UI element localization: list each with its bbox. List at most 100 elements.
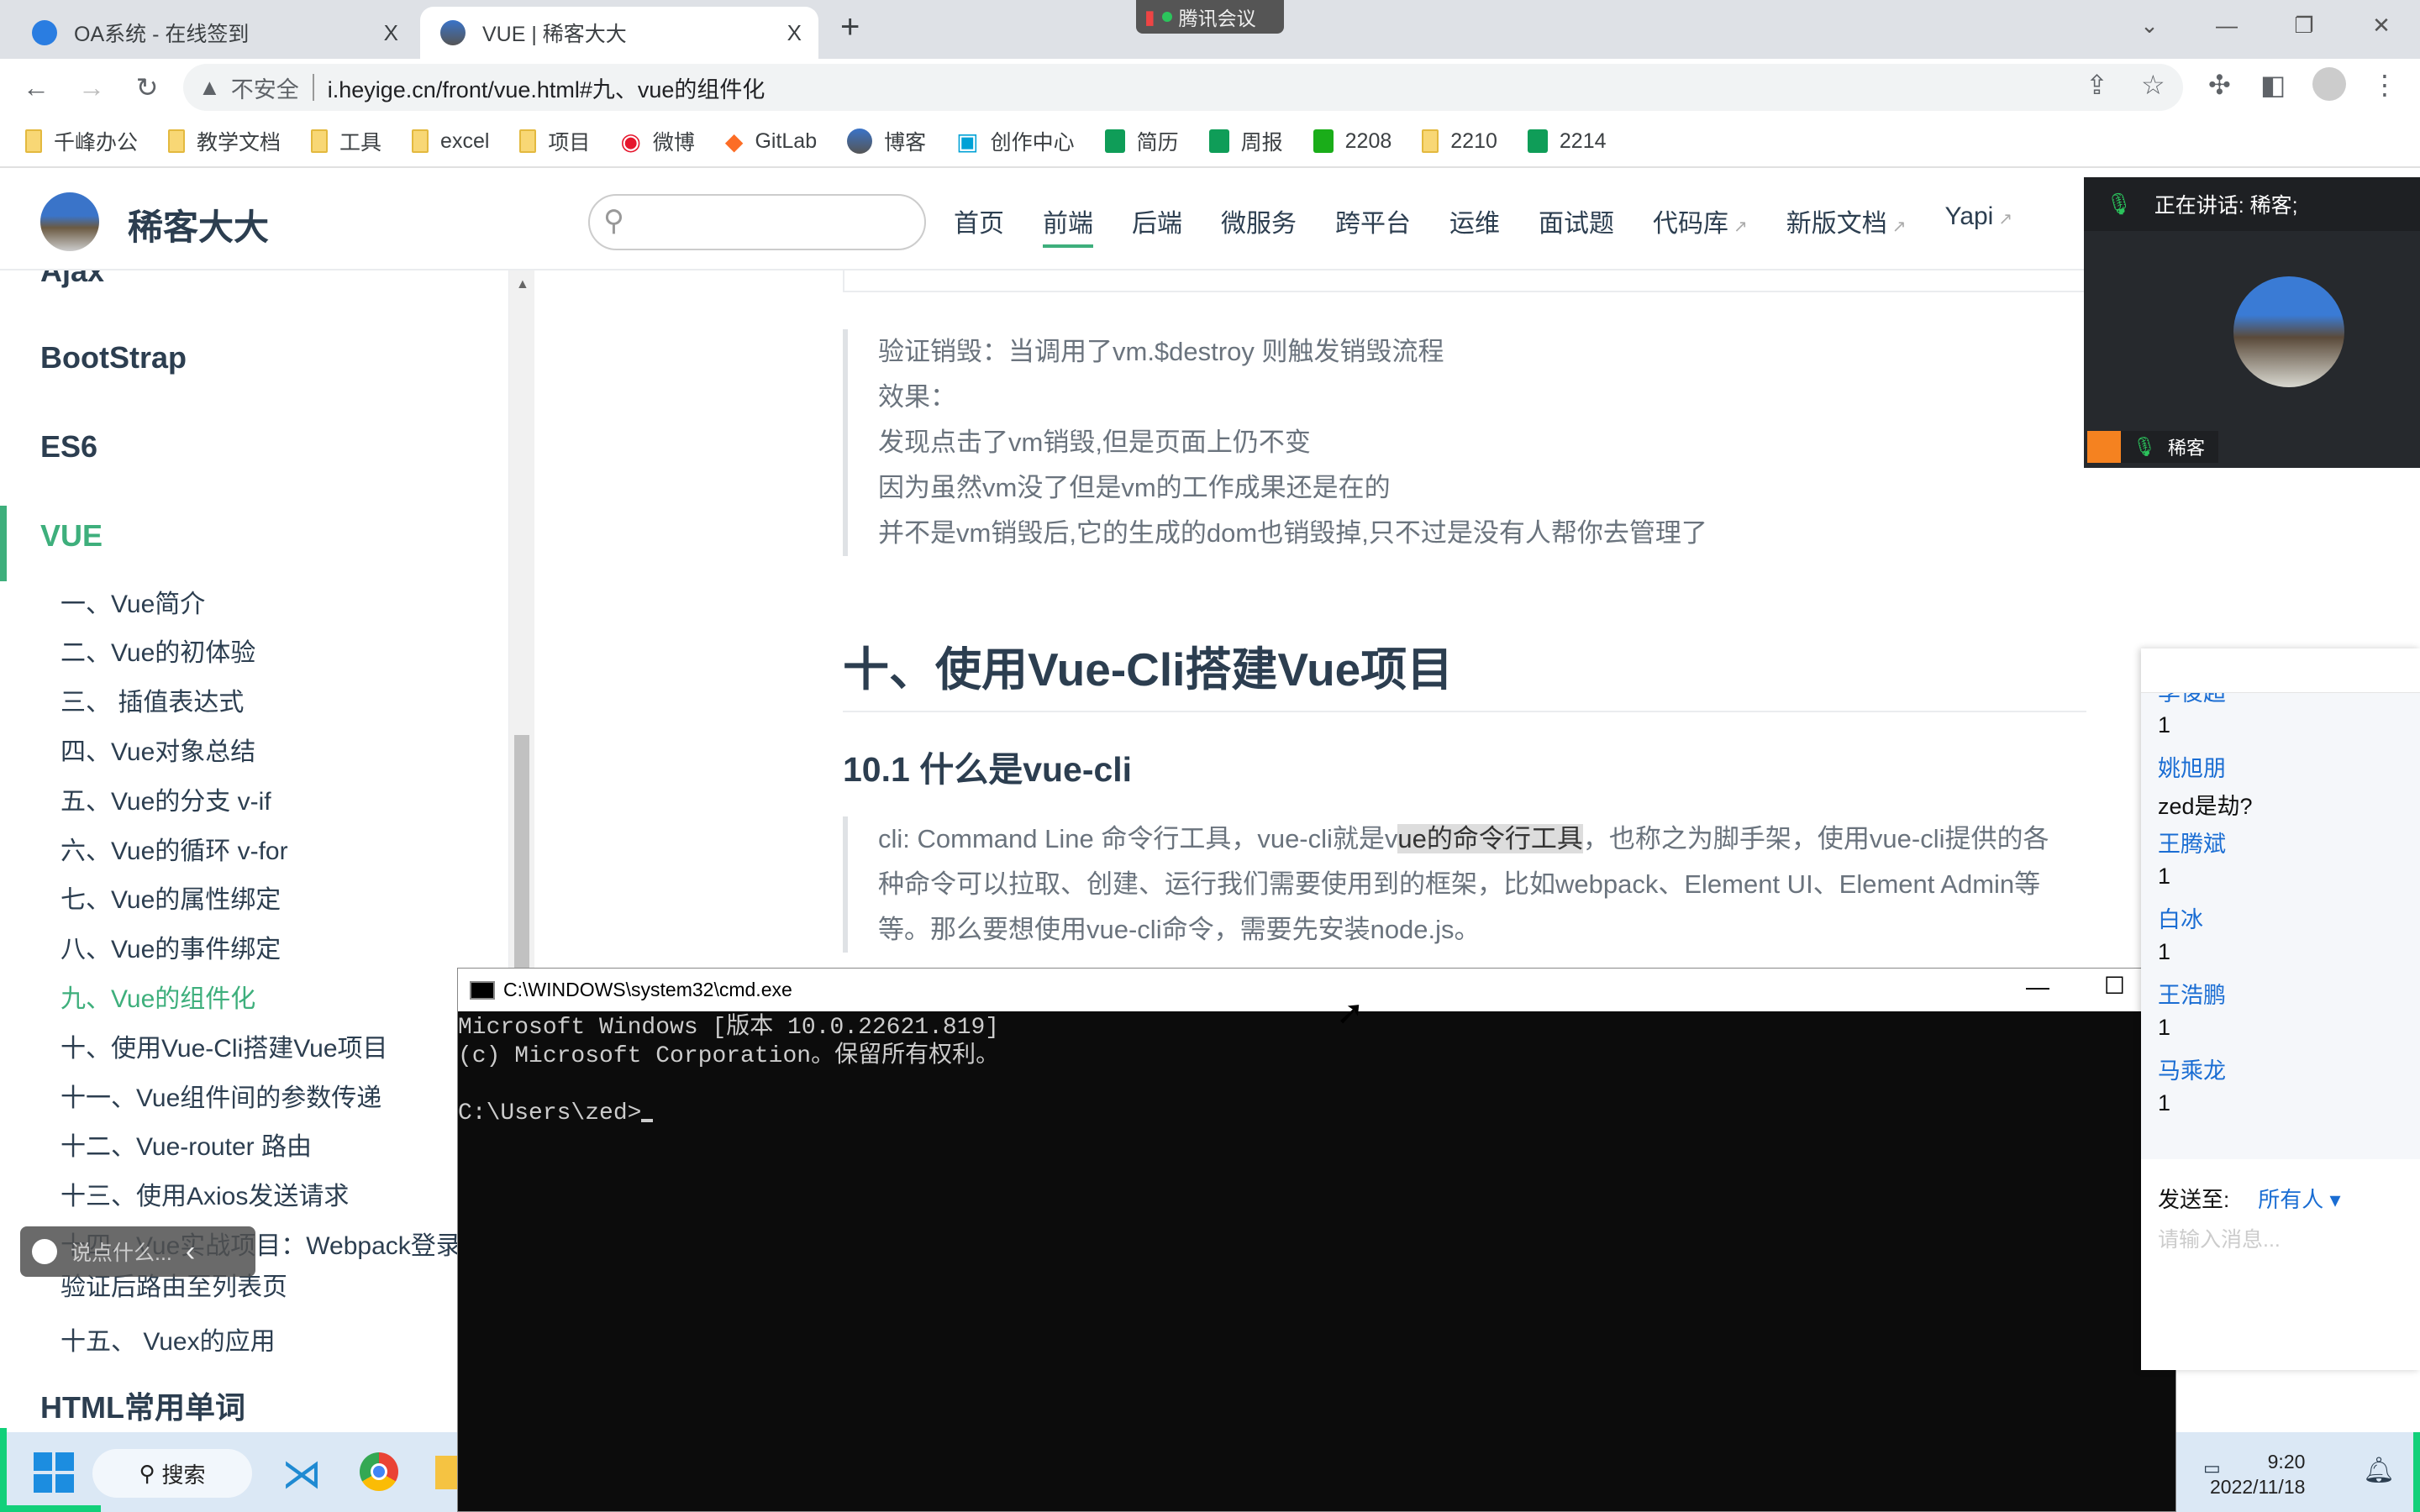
nav-frontend[interactable]: 前端: [1043, 202, 1093, 248]
clock[interactable]: 9:20 2022/11/18: [2210, 1449, 2305, 1499]
speaking-text: 正在讲话: 稀客;: [2154, 194, 2298, 218]
sidebar-item[interactable]: 二、Vue的初体验: [60, 632, 255, 669]
sidebar-item[interactable]: 十五、 Vuex的应用: [60, 1320, 276, 1357]
cmd-window[interactable]: C:\WINDOWS\system32\cmd.exe — ☐ Microsoft…: [457, 968, 2176, 1512]
chat-sender: 姚旭朋: [2158, 756, 2226, 781]
search-input[interactable]: ⚲: [588, 194, 926, 250]
bookmark[interactable]: ▣ 创作中心: [956, 126, 1074, 156]
tab-oa[interactable]: OA系统 - 在线签到 X: [12, 7, 415, 59]
restore-icon[interactable]: ❐: [2265, 0, 2343, 50]
address-bar[interactable]: ▲ 不安全 i.heyige.cn/front/vue.html#九、vue的组件化: [183, 64, 2183, 111]
sidepanel-icon[interactable]: ◧: [2260, 69, 2286, 101]
bookmark[interactable]: 2208: [1313, 129, 1392, 154]
maximize-icon[interactable]: ☐: [2104, 972, 2125, 1000]
site-logo[interactable]: [40, 192, 99, 251]
cmd-title: C:\WINDOWS\system32\cmd.exe: [503, 979, 792, 1000]
bookmark[interactable]: 2214: [1527, 129, 1607, 154]
chevron-down-icon[interactable]: ⌄: [2111, 0, 2188, 50]
cmd-output[interactable]: Microsoft Windows [版本 10.0.22621.819] (c)…: [458, 1014, 999, 1128]
bookmark-label: 千峰办公: [54, 131, 139, 155]
star-icon[interactable]: ☆: [2141, 69, 2165, 101]
sidebar-section-vue[interactable]: VUE: [40, 518, 103, 554]
nav-microservice[interactable]: 微服务: [1221, 202, 1297, 248]
sidebar-item[interactable]: 三、 插值表达式: [60, 681, 244, 718]
chrome-icon[interactable]: [360, 1452, 398, 1491]
nav-interview[interactable]: 面试题: [1539, 202, 1614, 248]
tab-vue[interactable]: VUE | 稀客大大 X: [420, 7, 818, 59]
sidebar-item[interactable]: 九、Vue的组件化: [60, 978, 255, 1015]
sidebar-item[interactable]: 一、Vue简介: [60, 583, 205, 620]
highlighted-text: ue的命令行工具: [1397, 824, 1583, 853]
bookmark[interactable]: excel: [412, 129, 489, 154]
chat-messages[interactable]: 李俊超 1 姚旭朋 zed是劫? 王腾斌 1 白冰 1 王浩鹏 1 马乘龙 1: [2141, 692, 2420, 1159]
sidebar-item[interactable]: 十二、Vue-router 路由: [60, 1126, 312, 1163]
participant-name: 稀客: [2167, 438, 2205, 459]
sidebar-item[interactable]: 十一、Vue组件间的参数传递: [60, 1077, 381, 1114]
bookmark[interactable]: ◉ 微博: [620, 126, 694, 156]
nav-newdocs[interactable]: 新版文档 ↗: [1786, 202, 1907, 248]
minimize-icon[interactable]: —: [2026, 974, 2049, 1000]
sidebar-item[interactable]: 八、Vue的事件绑定: [60, 928, 281, 965]
bookmark[interactable]: 教学文档: [168, 126, 281, 156]
share-icon[interactable]: ⇪: [2086, 69, 2108, 101]
danmaku-input[interactable]: 说点什么... ‹: [20, 1226, 255, 1277]
gitlab-icon: ◆: [724, 128, 744, 155]
meeting-float-bar[interactable]: ▮ 腾讯会议: [1136, 0, 1284, 34]
nav-crossplatform[interactable]: 跨平台: [1335, 202, 1411, 248]
url-text[interactable]: i.heyige.cn/front/vue.html#九、vue的组件化: [328, 71, 765, 104]
notification-bell-icon[interactable]: 🔔︎: [2363, 1456, 2395, 1485]
bookmark-label: 2208: [1344, 129, 1392, 153]
close-icon[interactable]: ✕: [2343, 0, 2420, 50]
nav-backend[interactable]: 后端: [1132, 202, 1182, 248]
extensions-icon[interactable]: ✣: [2208, 69, 2231, 101]
nav-code[interactable]: 代码库 ↗: [1653, 202, 1748, 248]
sidebar-section[interactable]: Ajax: [40, 270, 104, 289]
bookmark[interactable]: 简历: [1104, 126, 1179, 156]
nav-home[interactable]: 首页: [954, 202, 1004, 248]
meeting-video-panel[interactable]: 🎙︎ 正在讲话: 稀客; 🎙︎ 稀客: [2084, 177, 2420, 468]
nav-ops[interactable]: 运维: [1449, 202, 1500, 248]
blockquote: 验证销毁：当调用了vm.$destroy 则触发销毁流程 效果： 发现点击了vm…: [843, 329, 1707, 556]
bookmark[interactable]: 博客: [847, 126, 926, 156]
meeting-chat-panel: 李俊超 1 姚旭朋 zed是劫? 王腾斌 1 白冰 1 王浩鹏 1 马乘龙 1 发送至: 所有人 ▾ 请…: [2141, 648, 2420, 1370]
site-name[interactable]: 稀客大大: [128, 199, 269, 250]
sidebar-item[interactable]: 四、Vue对象总结: [60, 731, 255, 768]
send-to-dropdown[interactable]: 所有人 ▾: [2258, 1187, 2340, 1212]
back-icon[interactable]: ←: [8, 72, 64, 103]
cmd-titlebar[interactable]: C:\WINDOWS\system32\cmd.exe — ☐: [458, 969, 2175, 1011]
vscode-icon[interactable]: ⋊: [281, 1451, 322, 1498]
bookmark[interactable]: ◆ GitLab: [725, 128, 817, 155]
bookmark[interactable]: 2210: [1422, 129, 1497, 154]
cmd-icon: [470, 980, 495, 1000]
emoji-icon[interactable]: [32, 1239, 57, 1264]
close-icon[interactable]: X: [787, 20, 802, 46]
sidebar-item[interactable]: 十三、使用Axios发送请求: [60, 1175, 349, 1212]
security-label[interactable]: 不安全: [231, 71, 299, 104]
bookmark[interactable]: 项目: [519, 126, 590, 156]
new-tab-button[interactable]: +: [840, 8, 860, 46]
forward-icon[interactable]: →: [64, 72, 119, 103]
menu-icon[interactable]: ⋮: [2371, 69, 2398, 101]
collapse-icon[interactable]: ‹: [186, 1236, 195, 1268]
close-icon[interactable]: X: [384, 20, 398, 46]
sidebar-item[interactable]: 七、Vue的属性绑定: [60, 879, 281, 916]
scrollbar-thumb[interactable]: [514, 735, 529, 987]
chat-input[interactable]: 请输入消息...: [2158, 1223, 2281, 1253]
sidebar-section[interactable]: HTML常用单词: [40, 1383, 245, 1427]
bookmark[interactable]: 工具: [311, 126, 381, 156]
sidebar-section[interactable]: BootStrap: [40, 340, 187, 375]
bookmark[interactable]: 千峰办公: [25, 126, 138, 156]
search-label: 搜索: [161, 1462, 206, 1488]
taskbar-search[interactable]: ⚲ 搜索: [92, 1449, 252, 1498]
sidebar-section[interactable]: ES6: [40, 429, 97, 465]
nav-yapi[interactable]: Yapi ↗: [1945, 202, 2013, 248]
minimize-icon[interactable]: —: [2188, 0, 2265, 50]
sidebar-item[interactable]: 六、Vue的循环 v-for: [60, 830, 288, 867]
windows-start-icon[interactable]: [34, 1452, 74, 1493]
bookmark[interactable]: 周报: [1208, 126, 1283, 156]
reload-icon[interactable]: ↻: [119, 71, 175, 103]
sidebar-item[interactable]: 五、Vue的分支 v-if: [60, 780, 271, 817]
scroll-up-icon[interactable]: ▲: [516, 277, 529, 292]
sidebar-item[interactable]: 十、使用Vue-Cli搭建Vue项目: [60, 1027, 388, 1064]
profile-avatar[interactable]: [2312, 67, 2346, 101]
